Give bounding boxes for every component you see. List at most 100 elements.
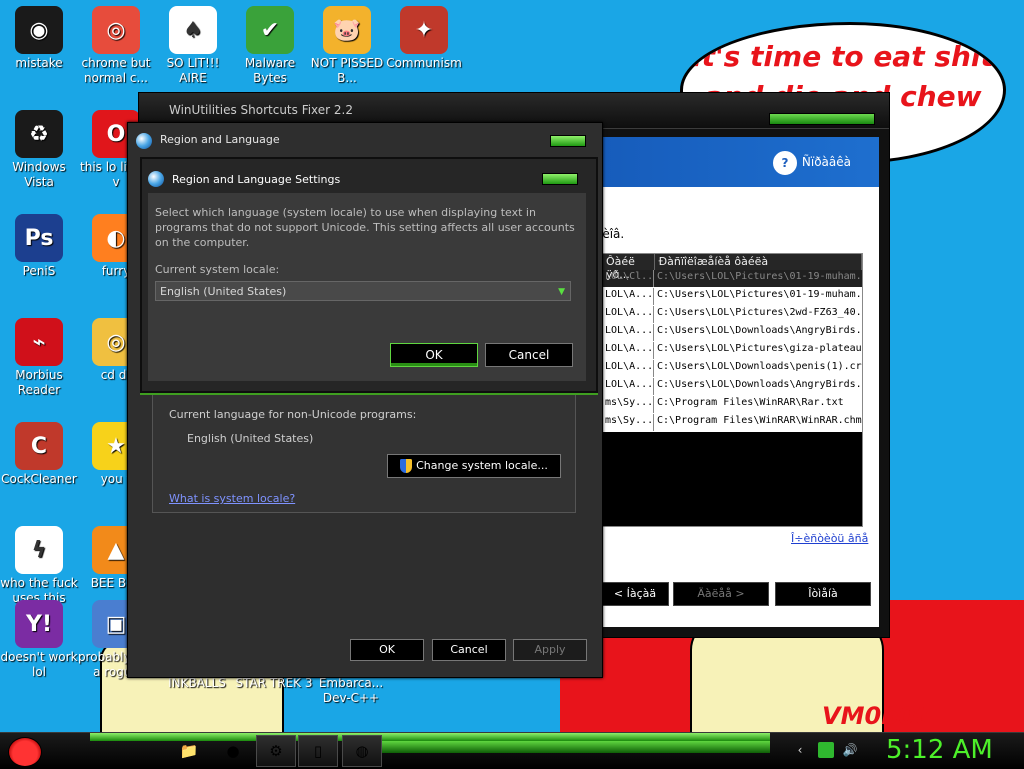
clean-all-link[interactable]: Î÷èñòèòü âñå [791,532,868,545]
current-language-label: Current language for non-Unicode program… [169,408,417,421]
solitaire-card-icon: ♠ [169,6,217,54]
desktop-icon[interactable]: C CockCleaner [0,422,79,487]
chrome-icon[interactable]: ● [220,738,246,764]
explorer-folder-icon[interactable]: 📁 [176,738,202,764]
locale-description: Select which language (system locale) to… [155,206,575,249]
document-icon[interactable]: ▯ [298,735,338,767]
desktop-icon-label: chrome but normal c... [81,56,151,85]
cell-location: C:\Users\LOL\Downloads\AngryBirds... [657,325,862,336]
desktop-icon-label: SO LIT!!! AIRE [166,56,220,85]
desktop-icon[interactable]: ◉ mistake [0,6,79,71]
taskbar-accent [380,741,770,753]
ok-button[interactable]: OK [390,343,478,367]
cell-location: C:\Users\LOL\Pictures\2wd-FZ63_40... [657,307,862,318]
cell-file: LOL\A... [602,342,654,359]
cell-location: C:\Users\LOL\Pictures\01-19-muham... [657,271,862,282]
desktop-icon[interactable]: Embarca... Dev-C++ [311,676,391,706]
desktop-icon-label: mistake [15,56,63,70]
cell-file: LOL\A... [602,360,654,377]
pdf-reader-icon: ⌁ [15,318,63,366]
dialog-title: Region and Language [160,133,280,146]
system-locale-value: English (United States) [160,285,287,298]
desktop-icon[interactable]: ✦ Communism [384,6,464,71]
volume-icon[interactable]: 🔊 [842,742,858,758]
table-row[interactable]: ms\Sy... C:\Program Files\WinRAR\Rar.txt [602,396,862,414]
desktop-icon[interactable]: ✔ Malware Bytes [230,6,310,86]
column-header-file[interactable]: Ôàéë ÿð... [602,254,655,281]
clock[interactable]: 5:12 AM [886,735,993,765]
desktop-icon[interactable]: ◎ chrome but normal c... [76,6,156,86]
table-row[interactable]: LOL\A... C:\Users\LOL\Downloads\AngryBird… [602,378,862,396]
cancel-button[interactable]: Îòìåíà [775,582,871,606]
cancel-button[interactable]: Cancel [485,343,573,367]
window-controls[interactable] [769,113,875,125]
yahoo-messenger-icon: Y! [15,600,63,648]
cancel-button[interactable]: Cancel [432,639,506,661]
close-button[interactable] [550,135,586,147]
ok-button[interactable]: OK [350,639,424,661]
region-language-settings-dialog[interactable]: Region and Language Settings Select whic… [140,157,598,393]
recycle-icon: ♻ [15,110,63,158]
cell-file: LOL\A... [602,306,654,323]
table-row[interactable]: LOL\A... C:\Users\LOL\Pictures\01-19-muha… [602,288,862,306]
next-button[interactable]: Äàëåå > [673,582,769,606]
desktop-icon-label: INKBALLS [168,676,226,690]
table-row[interactable]: LOL\Cl... C:\Users\LOL\Pictures\01-19-muh… [602,270,862,288]
desktop-icon-label: Malware Bytes [244,56,296,85]
desktop-icon-label: doesn't work lol [0,650,78,679]
show-hidden-icons-icon[interactable]: ‹ [792,742,808,758]
help-icon[interactable]: ? [773,151,797,175]
table-row[interactable]: LOL\A... C:\Users\LOL\Pictures\2wd-FZ63_4… [602,306,862,324]
desktop-icon[interactable]: ♠ SO LIT!!! AIRE [153,6,233,86]
dialog-title: Region and Language Settings [172,173,341,186]
desktop-icon-label: Communism [386,56,462,70]
desktop-icon-label: CockCleaner [1,472,77,486]
region-globe-icon[interactable]: ◍ [342,735,382,767]
desktop-icon[interactable]: ⌁ Morbius Reader [0,318,79,398]
desktop-icon[interactable]: ♻ Windows Vista [0,110,79,190]
chevron-down-icon: ▼ [558,287,565,297]
desktop-icon[interactable]: INKBALLS [157,676,237,691]
what-is-locale-link[interactable]: What is system locale? [169,492,295,505]
cell-file: ms\Sy... [602,414,654,431]
desktop-icon[interactable]: Ps PeniS [0,214,79,279]
desktop-icon[interactable]: Y! doesn't work lol [0,600,79,680]
angry-pig-icon: 🐷 [323,6,371,54]
settings-gear-icon[interactable]: ⚙ [256,735,296,767]
chrome-icon: ◎ [92,6,140,54]
globe-icon [148,171,164,187]
desktop-icon-label: Embarca... Dev-C++ [318,676,384,705]
cell-location: C:\Users\LOL\Downloads\AngryBirds... [657,379,862,390]
non-unicode-group: Current language for non-Unicode program… [152,387,576,513]
table-row[interactable]: ms\Sy... C:\Program Files\WinRAR\WinRAR.c… [602,414,862,432]
cell-file: LOL\A... [602,288,654,305]
close-button[interactable] [542,173,578,185]
desktop-icon[interactable]: STAR TREK 3 [234,676,314,691]
shortcut-table[interactable]: Ôàéë ÿð... Ðàñïîëîæåíèå ôàéëà LOL\Cl... C… [601,253,863,527]
desktop-icon-label: STAR TREK 3 [235,676,313,690]
network-icon[interactable] [818,742,834,758]
photoshop-icon: Ps [15,214,63,262]
cell-file: LOL\Cl... [602,270,654,287]
flash-icon: ϟ [15,526,63,574]
apply-button[interactable]: Apply [513,639,587,661]
cell-location: C:\Users\LOL\Downloads\penis(1).crt [657,361,862,372]
start-button[interactable] [4,734,44,768]
angry-bird-icon [8,737,42,767]
ccleaner-icon: C [15,422,63,470]
back-button[interactable]: < Íàçàä [601,582,669,606]
table-header: Ôàéë ÿð... Ðàñïîëîæåíèå ôàéëà [602,254,862,281]
table-row[interactable]: LOL\A... C:\Users\LOL\Downloads\AngryBird… [602,324,862,342]
system-locale-dropdown[interactable]: English (United States) ▼ [155,281,571,301]
desktop-icon[interactable]: ϟ who the fuck uses this [0,526,79,606]
emblem-icon: ✦ [400,6,448,54]
shield-check-icon: ✔ [246,6,294,54]
table-row[interactable]: LOL\A... C:\Users\LOL\Downloads\penis(1).… [602,360,862,378]
column-header-location[interactable]: Ðàñïîëîæåíèå ôàéëà [655,254,862,270]
table-row[interactable]: LOL\A... C:\Users\LOL\Pictures\giza-plate… [602,342,862,360]
desktop-icon[interactable]: 🐷 NOT PISSED B... [307,6,387,86]
change-system-locale-button[interactable]: Change system locale... [387,454,561,478]
help-label[interactable]: Ñïðàâêà [802,155,851,169]
taskbar: 📁 ● ⚙ ▯ ◍ ‹ 🔊 5:12 AM [0,732,1024,769]
change-system-locale-label: Change system locale... [416,459,548,472]
